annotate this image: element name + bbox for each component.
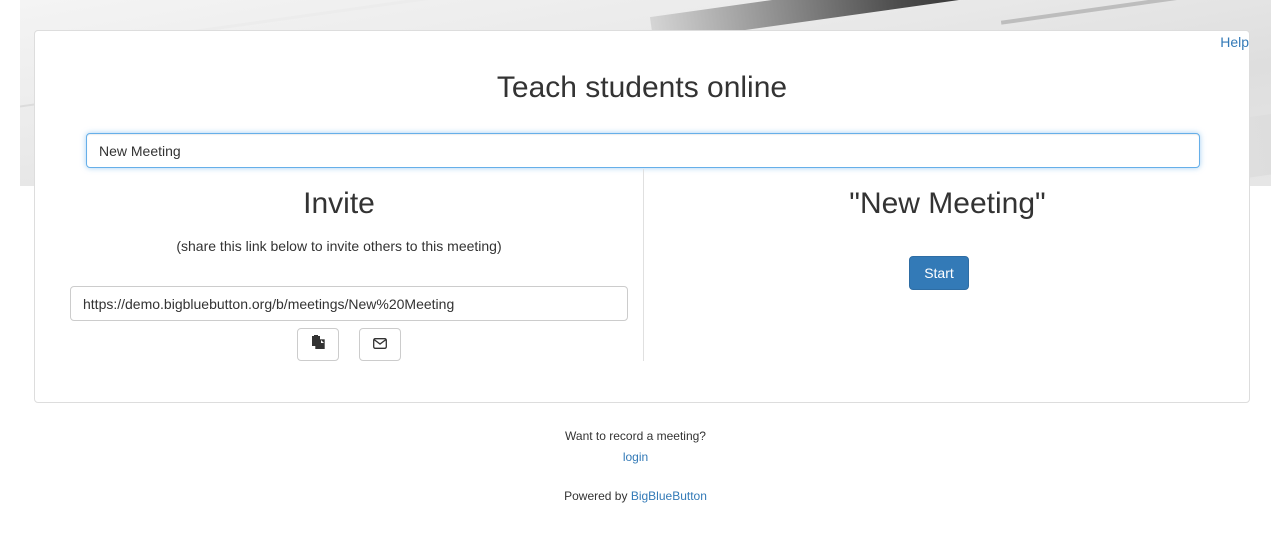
meeting-card: Teach students online Invite (share this…: [34, 30, 1250, 403]
help-link[interactable]: Help: [1220, 34, 1249, 50]
clipboard-icon: [311, 335, 325, 354]
email-link-button[interactable]: [359, 328, 401, 361]
envelope-icon: [373, 336, 387, 354]
invite-link-field[interactable]: [70, 286, 628, 321]
start-button[interactable]: Start: [909, 256, 969, 290]
meeting-name-input[interactable]: [86, 133, 1200, 168]
powered-by: Powered by BigBlueButton: [0, 489, 1271, 503]
bigbluebutton-link[interactable]: BigBlueButton: [631, 489, 707, 503]
page-title: Teach students online: [496, 71, 788, 104]
invite-subtitle: (share this link below to invite others …: [176, 238, 502, 254]
powered-by-text: Powered by: [564, 489, 628, 503]
meeting-name-heading: "New Meeting": [849, 187, 1046, 220]
record-question: Want to record a meeting?: [565, 429, 706, 443]
copy-link-button[interactable]: [297, 328, 339, 361]
login-link[interactable]: login: [623, 450, 648, 464]
invite-heading: Invite: [303, 187, 375, 220]
login-row: login: [0, 450, 1271, 464]
